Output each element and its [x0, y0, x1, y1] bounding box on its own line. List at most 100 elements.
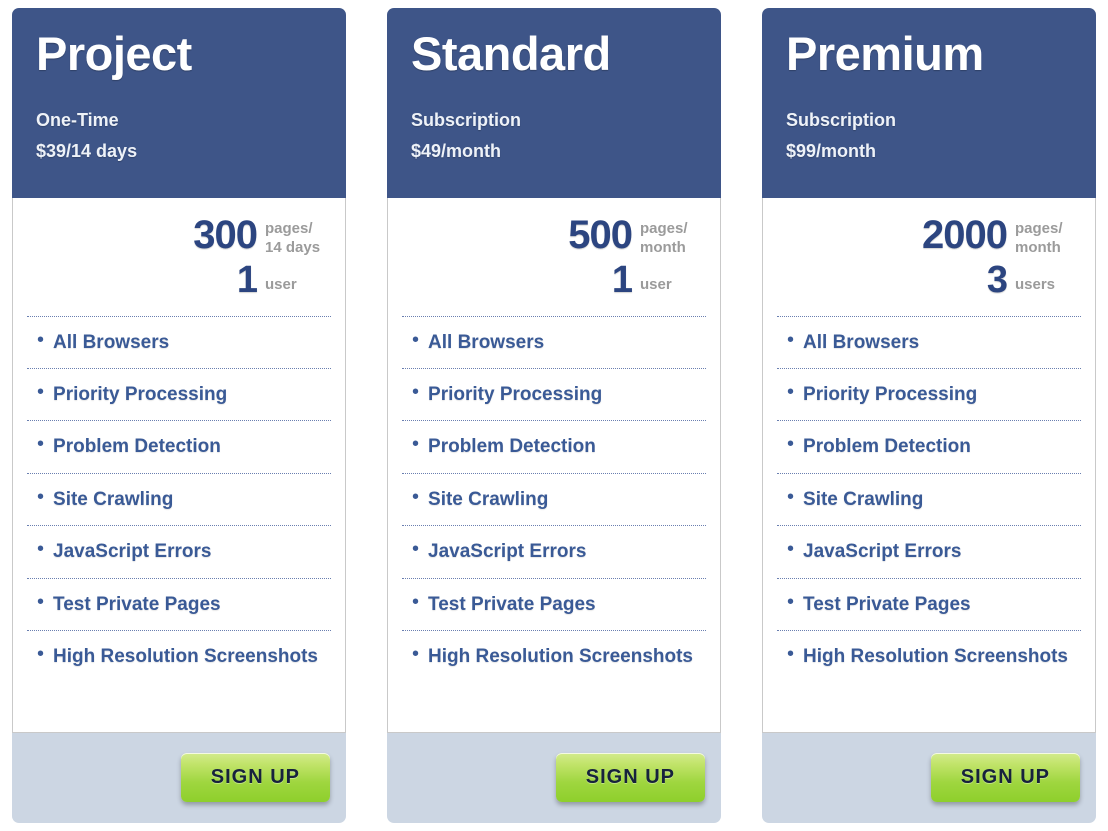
bullet-icon: •	[787, 328, 795, 351]
feature-label: Problem Detection	[803, 436, 971, 458]
bullet-icon: •	[787, 433, 795, 456]
pricing-page: Project One-Time $39/14 days 300 pages/ …	[0, 0, 1108, 831]
feature-label: JavaScript Errors	[803, 541, 962, 563]
feature-label: JavaScript Errors	[428, 541, 587, 563]
bullet-icon: •	[37, 485, 45, 508]
list-item: • All Browsers	[27, 315, 331, 368]
feature-label: Site Crawling	[53, 488, 174, 510]
plan-footer: SIGN UP	[12, 733, 346, 823]
plan-price: $39/14 days	[36, 140, 138, 161]
plan-footer: SIGN UP	[762, 733, 1096, 823]
plan-title: Standard	[411, 27, 611, 80]
quota-pages-unit: pages/ month	[1015, 220, 1063, 256]
quota-pages-row: 2000 pages/ month	[777, 213, 1077, 258]
quota-pages-value: 300	[193, 213, 258, 257]
plan-body: 2000 pages/ month 3 users • All Browsers…	[762, 198, 1096, 733]
feature-list: • All Browsers • Priority Processing • P…	[27, 315, 331, 683]
bullet-icon: •	[787, 590, 795, 613]
plan-quota: 300 pages/ 14 days 1 user	[27, 198, 331, 316]
feature-list: • All Browsers • Priority Processing • P…	[777, 315, 1081, 683]
feature-label: All Browsers	[428, 331, 545, 353]
quota-users-row: 1 user	[402, 258, 702, 301]
quota-users-unit: user	[265, 275, 297, 293]
list-item: • All Browsers	[402, 315, 706, 368]
plan-header: Standard Subscription $49/month	[387, 8, 721, 198]
feature-label: Site Crawling	[803, 488, 924, 510]
feature-label: Site Crawling	[428, 488, 549, 510]
pricing-card-premium: Premium Subscription $99/month 2000 page…	[762, 8, 1096, 823]
plan-price: $99/month	[786, 140, 877, 161]
list-item: • Problem Detection	[777, 420, 1081, 472]
pricing-card-project: Project One-Time $39/14 days 300 pages/ …	[12, 8, 346, 823]
quota-users-row: 3 users	[777, 258, 1077, 301]
feature-label: Test Private Pages	[53, 593, 221, 615]
feature-label: High Resolution Screenshots	[428, 646, 693, 668]
bullet-icon: •	[412, 485, 420, 508]
feature-label: Priority Processing	[803, 384, 978, 406]
quota-pages-unit: pages/ month	[640, 220, 688, 256]
bullet-icon: •	[787, 538, 795, 561]
plan-billing-type: Subscription	[411, 110, 522, 130]
list-item: • Priority Processing	[402, 368, 706, 420]
quota-users-value: 3	[986, 258, 1008, 301]
feature-label: High Resolution Screenshots	[803, 646, 1068, 668]
feature-label: Test Private Pages	[803, 593, 971, 615]
quota-pages-value: 2000	[922, 213, 1008, 257]
list-item: • JavaScript Errors	[777, 525, 1081, 577]
plan-body: 500 pages/ month 1 user • All Browsers •	[387, 198, 721, 733]
list-item: • Test Private Pages	[777, 577, 1081, 630]
sign-up-button[interactable]: SIGN UP	[930, 752, 1080, 802]
quota-users-row: 1 user	[27, 258, 327, 301]
list-item: • Test Private Pages	[27, 577, 331, 630]
feature-label: JavaScript Errors	[53, 541, 212, 563]
list-item: • Site Crawling	[402, 472, 706, 525]
quota-pages-value: 500	[568, 213, 633, 257]
feature-label: Problem Detection	[53, 436, 221, 458]
list-item: • Priority Processing	[27, 368, 331, 420]
feature-label: All Browsers	[53, 331, 170, 353]
list-item: • High Resolution Screenshots	[27, 630, 331, 682]
feature-label: Test Private Pages	[428, 593, 596, 615]
bullet-icon: •	[787, 643, 795, 666]
plan-title: Project	[36, 27, 192, 80]
quota-users-value: 1	[236, 258, 258, 301]
bullet-icon: •	[412, 590, 420, 613]
pricing-table: Project One-Time $39/14 days 300 pages/ …	[0, 0, 1108, 823]
list-item: • All Browsers	[777, 315, 1081, 368]
sign-up-button[interactable]: SIGN UP	[555, 752, 705, 802]
list-item: • High Resolution Screenshots	[402, 630, 706, 682]
feature-label: Priority Processing	[53, 384, 228, 406]
feature-label: High Resolution Screenshots	[53, 646, 318, 668]
list-item: • JavaScript Errors	[402, 525, 706, 577]
bullet-icon: •	[412, 433, 420, 456]
list-item: • JavaScript Errors	[27, 525, 331, 577]
bullet-icon: •	[412, 538, 420, 561]
list-item: • Site Crawling	[27, 472, 331, 525]
sign-up-button[interactable]: SIGN UP	[180, 752, 330, 802]
feature-list: • All Browsers • Priority Processing • P…	[402, 315, 706, 683]
plan-billing-type: One-Time	[36, 110, 119, 130]
bullet-icon: •	[412, 643, 420, 666]
list-item: • Test Private Pages	[402, 577, 706, 630]
bullet-icon: •	[37, 590, 45, 613]
plan-quota: 500 pages/ month 1 user	[402, 198, 706, 316]
list-item: • Priority Processing	[777, 368, 1081, 420]
bullet-icon: •	[787, 485, 795, 508]
bullet-icon: •	[37, 643, 45, 666]
quota-users-value: 1	[611, 258, 633, 301]
plan-footer: SIGN UP	[387, 733, 721, 823]
plan-header: Project One-Time $39/14 days	[12, 8, 346, 198]
quota-pages-row: 500 pages/ month	[402, 213, 702, 258]
plan-quota: 2000 pages/ month 3 users	[777, 198, 1081, 316]
plan-title: Premium	[786, 27, 984, 80]
quota-pages-unit: pages/ 14 days	[265, 220, 321, 256]
bullet-icon: •	[37, 328, 45, 351]
quota-users-unit: users	[1015, 275, 1056, 293]
plan-billing-type: Subscription	[786, 110, 897, 130]
list-item: • Problem Detection	[27, 420, 331, 472]
list-item: • Problem Detection	[402, 420, 706, 472]
feature-label: Priority Processing	[428, 384, 603, 406]
list-item: • High Resolution Screenshots	[777, 630, 1081, 682]
bullet-icon: •	[37, 538, 45, 561]
bullet-icon: •	[37, 433, 45, 456]
